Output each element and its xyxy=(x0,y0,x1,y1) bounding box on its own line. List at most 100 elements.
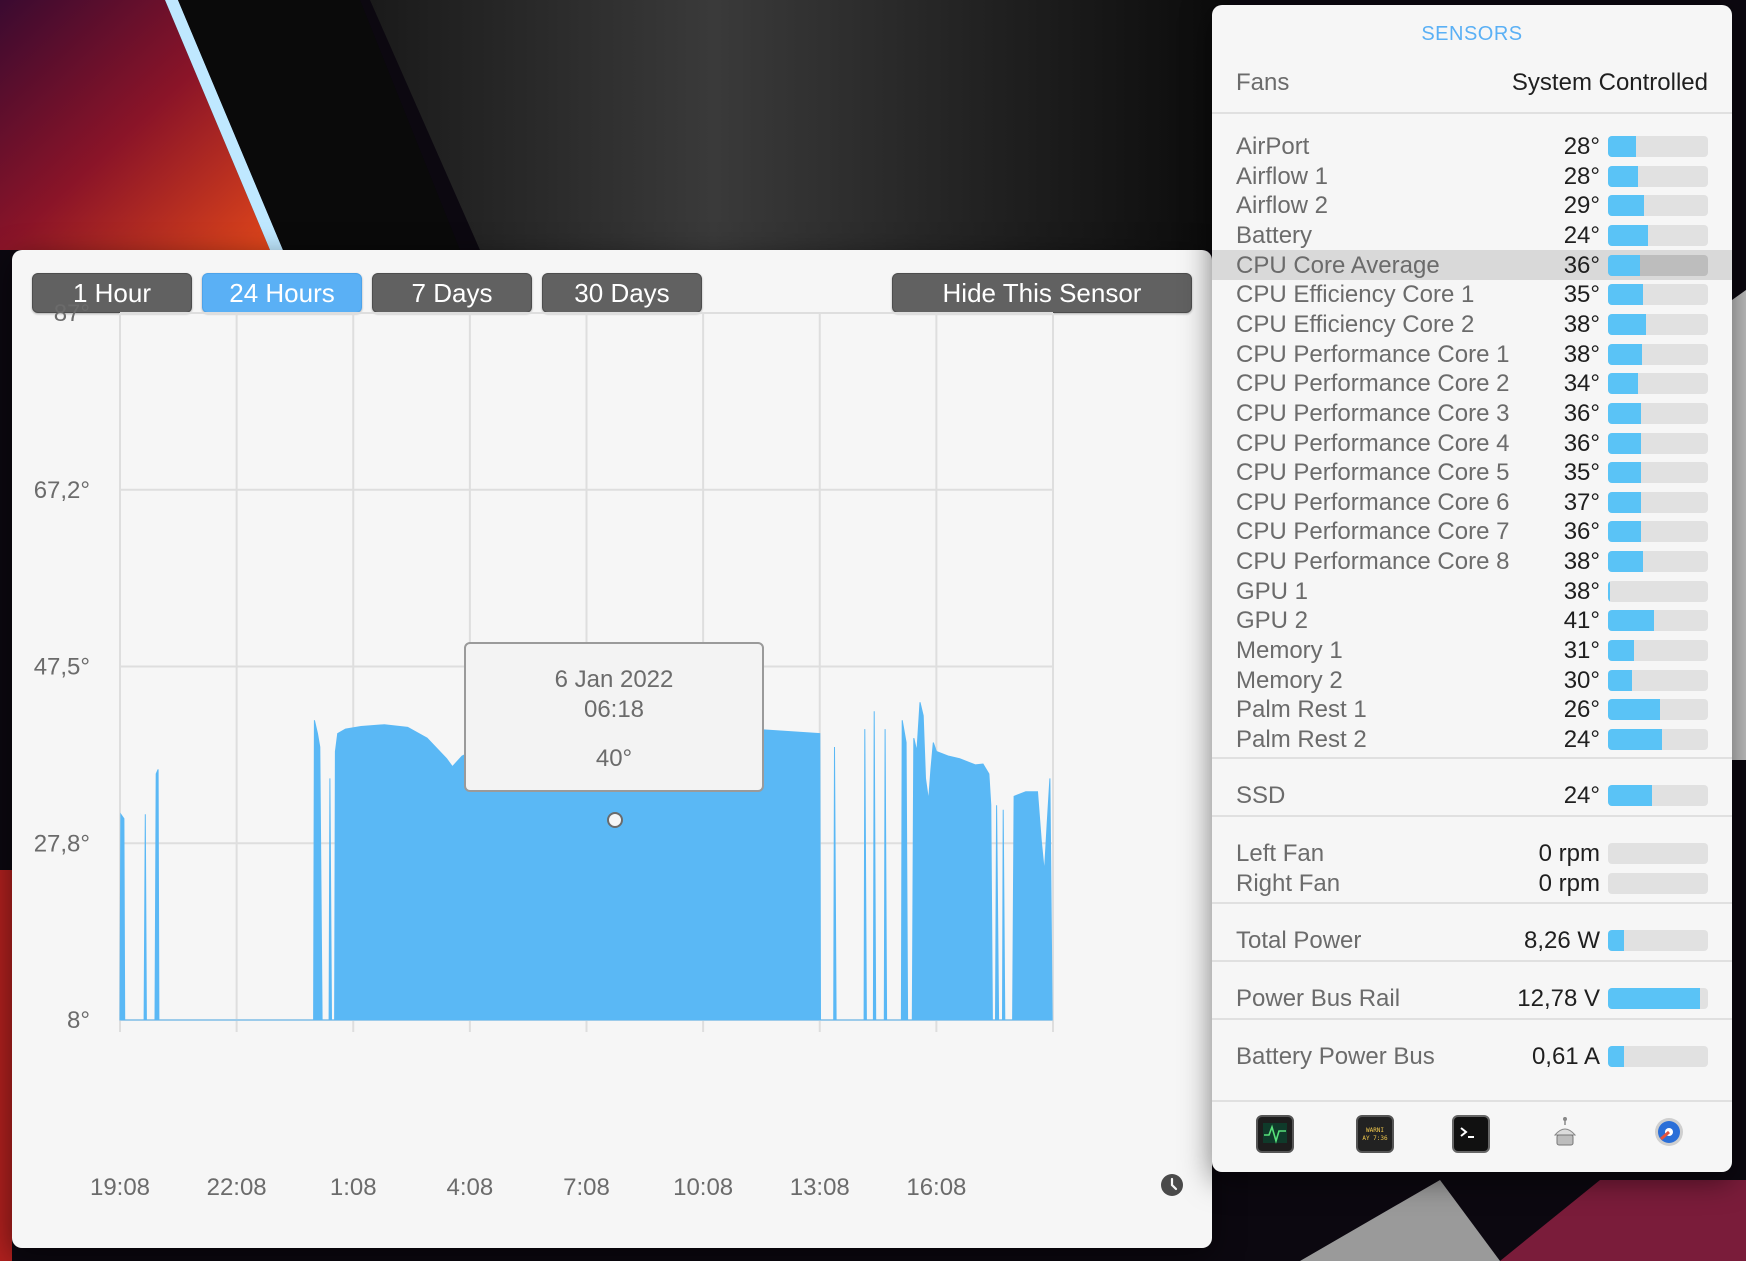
x-tick-label: 16:08 xyxy=(906,1174,966,1201)
temperature-history-chart: 87° 67,2° 47,5° 27,8° 8° 19:08 22:08 1:08 4:08 7… xyxy=(34,300,1183,1201)
sensor-level-fill xyxy=(1608,610,1654,632)
fans-mode-value[interactable]: System Controlled xyxy=(1512,69,1708,97)
sensor-row[interactable]: GPU 1 38° xyxy=(1212,576,1732,606)
x-tick-label: 1:08 xyxy=(330,1174,377,1201)
sensor-value: 34° xyxy=(1563,370,1600,398)
sensor-row[interactable]: Memory 1 31° xyxy=(1212,635,1732,665)
sensor-name: CPU Performance Core 5 xyxy=(1236,459,1510,487)
sensor-name: SSD xyxy=(1236,782,1286,809)
console-icon[interactable]: WARNI AY 7:36 xyxy=(1356,1115,1394,1153)
x-tick-label: 7:08 xyxy=(563,1174,610,1201)
sensor-name: GPU 1 xyxy=(1236,577,1309,605)
clock-icon[interactable] xyxy=(1161,1174,1183,1196)
sensors-title: SENSORS xyxy=(1421,23,1523,45)
sensor-row[interactable]: CPU Performance Core 4 36° xyxy=(1212,428,1732,458)
sensors-panel: SENSORS Fans System Controlled AirPort 28… xyxy=(1212,5,1732,1172)
sensor-name: CPU Performance Core 4 xyxy=(1236,429,1510,457)
sensor-level-fill xyxy=(1608,462,1641,484)
sensor-level-bar xyxy=(1608,521,1708,543)
sensor-value: 24° xyxy=(1563,221,1600,249)
power-row[interactable]: Total Power 8,26 W xyxy=(1212,925,1732,955)
sensor-level-bar xyxy=(1608,343,1708,365)
sensor-row[interactable]: CPU Core Average 36° xyxy=(1212,249,1732,280)
fans-mode-label: Fans xyxy=(1236,69,1290,96)
fan-row[interactable]: Right Fan 0 rpm xyxy=(1212,868,1732,898)
sensor-row[interactable]: AirPort 28° xyxy=(1212,131,1732,161)
sensor-level-fill xyxy=(1608,313,1646,335)
sensor-row[interactable]: CPU Performance Core 5 35° xyxy=(1212,457,1732,487)
sensor-row[interactable]: GPU 2 41° xyxy=(1212,605,1732,635)
sensor-level-bar xyxy=(1608,669,1708,691)
console-icon-text: AY 7:36 xyxy=(1362,1135,1388,1142)
sensor-name: Airflow 2 xyxy=(1236,192,1329,220)
sensor-name: Airflow 1 xyxy=(1236,162,1329,190)
sensor-row[interactable]: Palm Rest 1 26° xyxy=(1212,694,1732,724)
sensor-level-bar xyxy=(1608,580,1708,602)
sensor-row[interactable]: CPU Performance Core 2 34° xyxy=(1212,368,1732,398)
sensor-level-bar xyxy=(1608,462,1708,484)
sensor-name: Left Fan xyxy=(1236,840,1325,867)
sensor-name: CPU Performance Core 3 xyxy=(1236,399,1510,427)
sensor-value: 35° xyxy=(1563,459,1600,487)
sensor-level-bar xyxy=(1608,699,1708,721)
sensor-row[interactable]: CPU Performance Core 8 38° xyxy=(1212,546,1732,576)
sensor-name: Palm Rest 2 xyxy=(1236,726,1367,753)
hover-marker xyxy=(607,812,623,828)
disk-utility-icon[interactable] xyxy=(1652,1115,1686,1149)
sensor-level-fill xyxy=(1608,491,1641,513)
divider xyxy=(1212,112,1732,114)
divider xyxy=(1212,757,1732,759)
sensor-row[interactable]: Memory 2 30° xyxy=(1212,665,1732,695)
terminal-icon[interactable] xyxy=(1452,1115,1490,1153)
sensor-row[interactable]: Battery 24° xyxy=(1212,220,1732,250)
console-icon-text: WARNI xyxy=(1366,1127,1384,1134)
sensor-row[interactable]: Airflow 2 29° xyxy=(1212,190,1732,220)
sensor-name: CPU Efficiency Core 1 xyxy=(1236,281,1475,309)
sensor-row[interactable]: Airflow 1 28° xyxy=(1212,161,1732,191)
sensor-name: CPU Performance Core 2 xyxy=(1236,370,1510,398)
sensor-row[interactable]: CPU Performance Core 6 37° xyxy=(1212,487,1732,517)
sensor-row[interactable]: CPU Performance Core 3 36° xyxy=(1212,398,1732,428)
sensor-level-bar xyxy=(1608,313,1708,335)
sensor-value: 0 rpm xyxy=(1538,870,1600,897)
x-tick-label: 19:08 xyxy=(90,1174,150,1201)
sensor-level-fill xyxy=(1608,640,1634,662)
sensor-name: CPU Core Average xyxy=(1236,251,1440,279)
sensor-row[interactable]: Palm Rest 2 24° xyxy=(1212,724,1732,754)
x-tick-label: 10:08 xyxy=(673,1174,733,1201)
sensor-row-ssd[interactable]: SSD 24° xyxy=(1212,780,1732,810)
sensor-row[interactable]: CPU Performance Core 1 38° xyxy=(1212,339,1732,369)
sensor-level-fill xyxy=(1608,988,1700,1009)
power-row[interactable]: Power Bus Rail 12,78 V xyxy=(1212,983,1732,1013)
sensor-level-bar xyxy=(1608,873,1708,894)
sensor-name: CPU Performance Core 1 xyxy=(1236,340,1510,368)
sensor-level-bar xyxy=(1608,373,1708,395)
sensor-level-bar xyxy=(1608,136,1708,157)
sensor-level-fill xyxy=(1608,373,1638,395)
sensor-row[interactable]: CPU Efficiency Core 1 35° xyxy=(1212,279,1732,309)
tooltip-date: 6 Jan 2022 xyxy=(555,666,674,693)
sensor-row[interactable]: CPU Performance Core 7 36° xyxy=(1212,516,1732,546)
sensor-level-fill xyxy=(1608,224,1648,246)
sensor-level-bar xyxy=(1608,843,1708,864)
sensor-level-bar xyxy=(1608,640,1708,662)
sensor-value: 36° xyxy=(1563,399,1600,427)
power-row[interactable]: Battery Power Bus 0,61 A xyxy=(1212,1041,1732,1071)
activity-monitor-icon[interactable] xyxy=(1256,1115,1294,1153)
tooltip-value: 40° xyxy=(596,745,632,772)
sensor-value: 26° xyxy=(1563,696,1600,724)
sensor-level-fill xyxy=(1608,402,1641,424)
sensor-value: 36° xyxy=(1563,429,1600,457)
y-tick-label: 47,5° xyxy=(34,654,90,681)
fan-row[interactable]: Left Fan 0 rpm xyxy=(1212,838,1732,868)
sensor-level-fill xyxy=(1608,669,1632,691)
system-information-icon[interactable] xyxy=(1548,1115,1582,1149)
x-axis-ticks: 19:08 22:08 1:08 4:08 7:08 10:08 13:08 16:08 xyxy=(90,1174,966,1201)
sensor-value: 30° xyxy=(1563,666,1600,694)
sensor-row[interactable]: CPU Efficiency Core 2 38° xyxy=(1212,309,1732,339)
sensor-name: CPU Performance Core 8 xyxy=(1236,548,1510,576)
sensor-name: Total Power xyxy=(1236,927,1362,954)
hover-tooltip: 6 Jan 2022 06:18 40° xyxy=(464,642,764,792)
sensor-name: Battery Power Bus xyxy=(1236,1043,1435,1070)
sensor-value: 28° xyxy=(1563,133,1600,160)
